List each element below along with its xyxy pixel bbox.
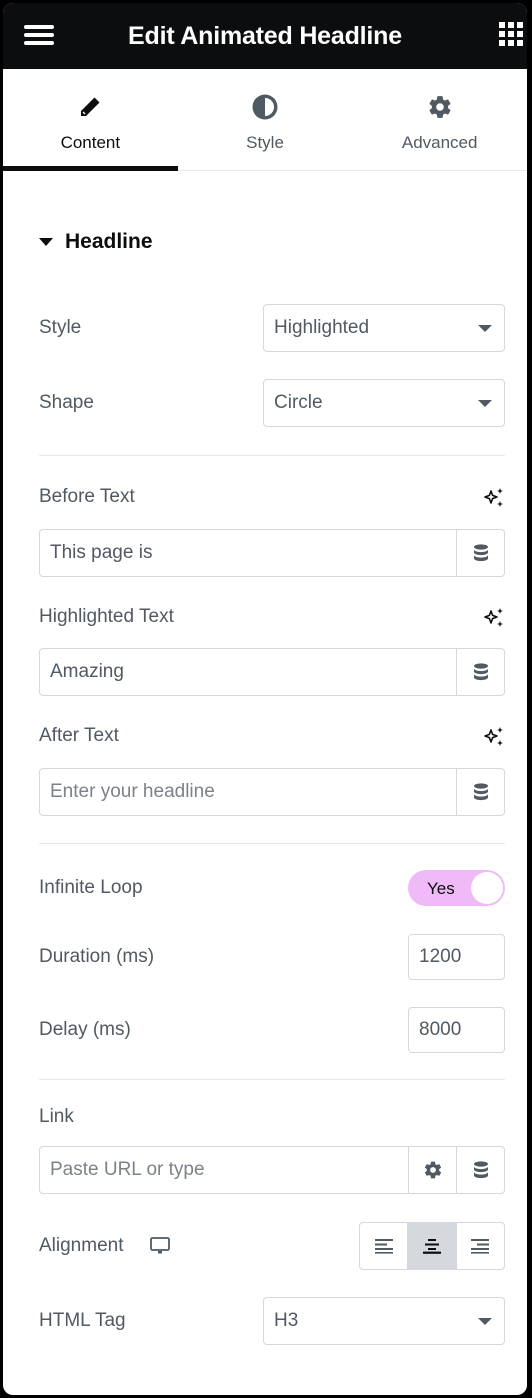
- ai-sparkle-icon[interactable]: [483, 725, 505, 747]
- after-text-input-group: [39, 768, 505, 816]
- highlighted-text-row: Highlighted Text: [39, 602, 505, 632]
- tab-content[interactable]: Content: [3, 69, 178, 171]
- editor-panel: Edit Animated Headline Content Style Adv…: [3, 3, 527, 1395]
- chevron-down-icon: [478, 1317, 492, 1325]
- style-row: Style Highlighted: [39, 304, 505, 352]
- database-icon: [473, 663, 488, 681]
- hamburger-icon[interactable]: [24, 24, 54, 48]
- dynamic-tags-button[interactable]: [456, 769, 504, 815]
- tab-bar: Content Style Advanced: [3, 69, 527, 171]
- caret-down-icon: [39, 238, 53, 246]
- tab-label: Advanced: [401, 133, 478, 152]
- tab-label: Content: [60, 133, 121, 152]
- panel-header: Edit Animated Headline: [3, 3, 527, 69]
- highlighted-text-input-group: [39, 648, 505, 696]
- delay-input[interactable]: [408, 1007, 505, 1053]
- duration-label: Duration (ms): [39, 946, 155, 967]
- style-select[interactable]: Highlighted: [263, 304, 505, 352]
- link-input-group: [39, 1146, 505, 1194]
- half-circle-icon: [251, 93, 279, 121]
- html-tag-label: HTML Tag: [39, 1310, 126, 1331]
- gear-icon: [424, 1161, 441, 1179]
- database-icon: [473, 1161, 488, 1179]
- html-tag-select[interactable]: H3: [263, 1297, 505, 1345]
- duration-input[interactable]: [408, 934, 505, 980]
- section-headline-toggle[interactable]: Headline: [39, 230, 153, 254]
- before-text-input-group: [39, 529, 505, 577]
- database-icon: [473, 783, 488, 801]
- after-text-label: After Text: [39, 725, 119, 746]
- align-right-icon: [471, 1239, 490, 1254]
- style-label: Style: [39, 317, 82, 338]
- dynamic-tags-button[interactable]: [456, 1147, 504, 1193]
- pencil-icon: [76, 93, 104, 121]
- dynamic-tags-button[interactable]: [456, 530, 504, 576]
- highlighted-text-label: Highlighted Text: [39, 606, 174, 627]
- tab-label: Style: [246, 133, 284, 152]
- align-center-button[interactable]: [407, 1223, 456, 1269]
- divider: [39, 843, 505, 844]
- highlighted-text-input[interactable]: [40, 649, 456, 695]
- chevron-down-icon: [478, 324, 492, 332]
- ai-sparkle-icon[interactable]: [483, 606, 505, 628]
- divider: [39, 1079, 505, 1080]
- panel-title: Edit Animated Headline: [128, 21, 402, 50]
- alignment-label: Alignment: [39, 1235, 124, 1256]
- desktop-icon[interactable]: [149, 1237, 170, 1255]
- delay-row: Delay (ms): [39, 1007, 505, 1053]
- database-icon: [473, 544, 488, 562]
- tab-advanced[interactable]: Advanced: [352, 69, 527, 170]
- shape-select[interactable]: Circle: [263, 379, 505, 427]
- alignment-label-group: Alignment: [39, 1235, 170, 1257]
- link-input[interactable]: [40, 1147, 408, 1193]
- tab-style[interactable]: Style: [178, 69, 353, 170]
- alignment-button-group: [359, 1222, 505, 1270]
- infinite-loop-row: Infinite Loop Yes: [39, 870, 505, 906]
- align-center-icon: [422, 1239, 441, 1254]
- align-left-button[interactable]: [360, 1223, 407, 1269]
- after-text-input[interactable]: [40, 769, 456, 815]
- infinite-loop-label: Infinite Loop: [39, 877, 143, 898]
- chevron-down-icon: [478, 399, 492, 407]
- shape-label: Shape: [39, 392, 94, 413]
- gear-icon: [426, 93, 454, 121]
- link-label: Link: [39, 1106, 74, 1127]
- link-row: Link: [39, 1102, 505, 1132]
- shape-select-value: Circle: [274, 392, 323, 413]
- before-text-row: Before Text: [39, 482, 505, 512]
- html-tag-row: HTML Tag H3: [39, 1297, 505, 1345]
- style-select-value: Highlighted: [274, 317, 370, 338]
- dynamic-tags-button[interactable]: [456, 649, 504, 695]
- toggle-knob: [471, 872, 503, 904]
- infinite-loop-toggle[interactable]: Yes: [408, 870, 505, 906]
- shape-row: Shape Circle: [39, 379, 505, 427]
- before-text-label: Before Text: [39, 486, 135, 507]
- link-options-button[interactable]: [408, 1147, 456, 1193]
- toggle-label: Yes: [427, 879, 455, 898]
- alignment-row: Alignment: [39, 1222, 505, 1270]
- html-tag-select-value: H3: [274, 1310, 299, 1331]
- after-text-row: After Text: [39, 721, 505, 751]
- section-title: Headline: [65, 230, 153, 253]
- align-left-icon: [374, 1239, 393, 1254]
- before-text-input[interactable]: [40, 530, 456, 576]
- delay-label: Delay (ms): [39, 1019, 131, 1040]
- align-right-button[interactable]: [455, 1223, 504, 1269]
- ai-sparkle-icon[interactable]: [483, 486, 505, 508]
- grid-icon[interactable]: [499, 22, 523, 46]
- divider: [39, 455, 505, 456]
- duration-row: Duration (ms): [39, 934, 505, 980]
